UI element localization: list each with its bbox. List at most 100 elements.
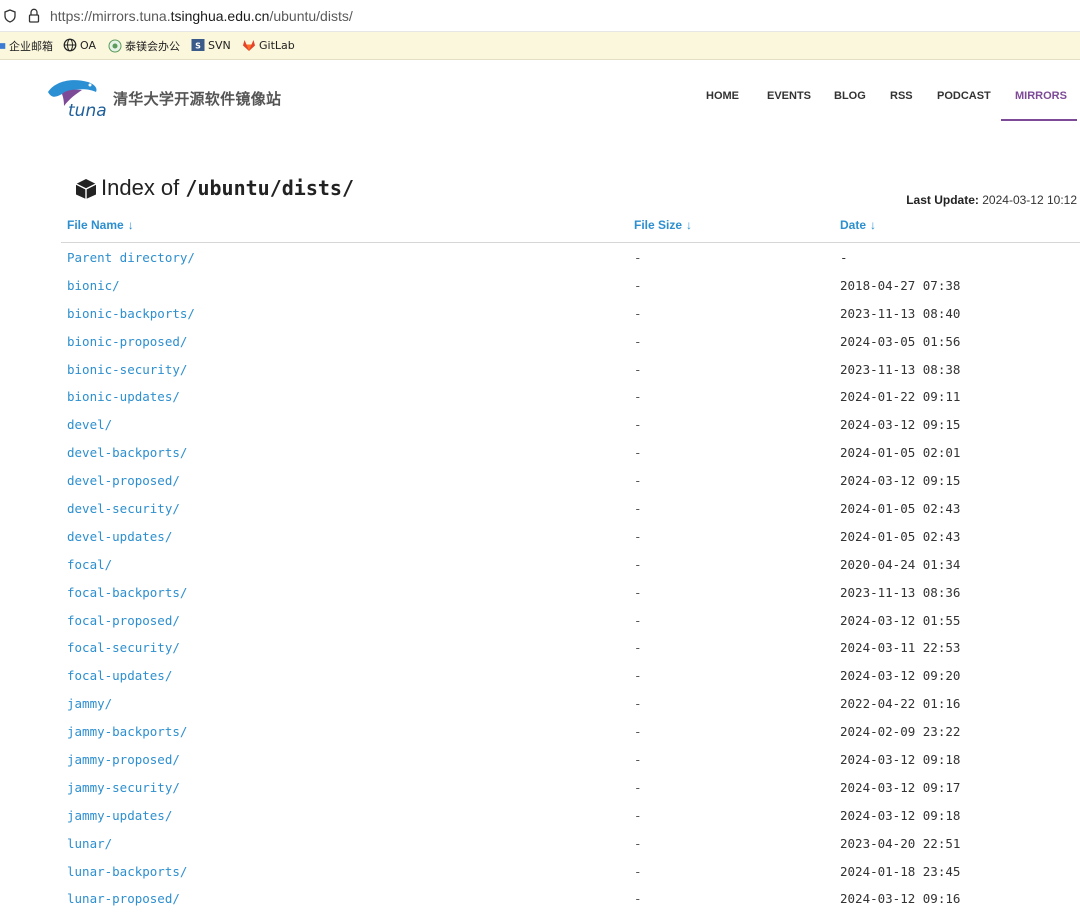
url-text[interactable]: https://mirrors.tuna.tsinghua.edu.cn/ubu… <box>50 8 353 24</box>
file-name-link[interactable]: focal-backports/ <box>67 585 187 600</box>
file-name-link[interactable]: focal-updates/ <box>67 668 172 683</box>
file-size: - <box>634 584 642 600</box>
table-row: devel/ - 2024-03-12 09:15 <box>61 410 1080 438</box>
file-name-link[interactable]: jammy-proposed/ <box>67 752 180 767</box>
bookmark-label: 泰镁会办公 <box>125 40 180 53</box>
table-row: focal-security/ - 2024-03-11 22:53 <box>61 633 1080 661</box>
table-row: lunar-backports/ - 2024-01-18 23:45 <box>61 857 1080 885</box>
shield-icon[interactable] <box>4 9 16 23</box>
table-header: File Name ↓ File Size ↓ Date ↓ <box>61 210 1080 243</box>
file-name-link[interactable]: devel-proposed/ <box>67 473 180 488</box>
file-date: 2024-03-12 09:18 <box>840 807 961 823</box>
file-size: - <box>634 612 642 628</box>
file-date: 2024-01-05 02:43 <box>840 501 961 517</box>
site-header: tuna 清华大学开源软件镜像站 HOME EVENTS BLOG RSS PO… <box>0 60 1080 130</box>
file-name-link[interactable]: Parent directory/ <box>67 250 195 265</box>
nav-blog[interactable]: BLOG <box>834 90 866 102</box>
last-update-value: 2024-03-12 10:12 <box>982 193 1077 207</box>
table-row: jammy-proposed/ - 2024-03-12 09:18 <box>61 745 1080 773</box>
file-size: - <box>634 333 642 349</box>
file-size: - <box>634 835 642 851</box>
table-row: focal-proposed/ - 2024-03-12 01:55 <box>61 606 1080 634</box>
page-title-path: /ubuntu/dists/ <box>185 176 354 200</box>
last-update: Last Update: 2024-03-12 10:12 <box>906 193 1077 207</box>
file-name-link[interactable]: focal-proposed/ <box>67 613 180 628</box>
file-name-link[interactable]: jammy/ <box>67 696 112 711</box>
file-size: - <box>634 305 642 321</box>
file-date: 2024-03-11 22:53 <box>840 640 961 656</box>
table-row: focal-updates/ - 2024-03-12 09:20 <box>61 661 1080 689</box>
table-row: jammy-updates/ - 2024-03-12 09:18 <box>61 801 1080 829</box>
file-name-link[interactable]: focal-security/ <box>67 640 180 655</box>
file-date: 2018-04-27 07:38 <box>840 277 961 293</box>
file-name-link[interactable]: devel-updates/ <box>67 529 172 544</box>
logo-text: tuna <box>68 101 107 120</box>
file-date: 2024-01-05 02:43 <box>840 528 961 544</box>
file-name-link[interactable]: focal/ <box>67 557 112 572</box>
url-host: tsinghua.edu.cn <box>170 8 270 24</box>
file-name-link[interactable]: bionic-proposed/ <box>67 334 187 349</box>
file-name-link[interactable]: devel-backports/ <box>67 445 187 460</box>
svg-text:S: S <box>195 42 201 51</box>
file-size: - <box>634 556 642 572</box>
sort-by-size[interactable]: File Size ↓ <box>634 218 692 232</box>
file-date: 2024-03-12 09:17 <box>840 779 961 795</box>
bookmark-svn[interactable]: S SVN <box>191 38 231 52</box>
file-size: - <box>634 277 642 293</box>
file-name-link[interactable]: lunar/ <box>67 836 112 851</box>
site-title[interactable]: 清华大学开源软件镜像站 <box>113 88 281 109</box>
bookmarks-bar: 企业邮箱 OA 泰镁会办公 S SVN GitLab <box>0 32 1080 60</box>
bookmark-label: OA <box>80 38 96 52</box>
bookmark-office[interactable]: 泰镁会办公 <box>108 38 180 54</box>
bookmark-mail[interactable]: 企业邮箱 <box>0 38 53 54</box>
table-row: bionic/ - 2018-04-27 07:38 <box>61 271 1080 299</box>
sort-by-date[interactable]: Date ↓ <box>840 218 876 232</box>
tuna-logo[interactable]: tuna <box>44 72 108 120</box>
table-row: jammy-backports/ - 2024-02-09 23:22 <box>61 717 1080 745</box>
office-icon <box>108 39 122 53</box>
file-date: 2024-02-09 23:22 <box>840 724 961 740</box>
svn-icon: S <box>191 39 205 51</box>
table-body: Parent directory/ - - bionic/ - 2018-04-27 07… <box>61 243 1080 912</box>
file-name-link[interactable]: bionic-updates/ <box>67 389 180 404</box>
file-name-link[interactable]: bionic/ <box>67 278 120 293</box>
file-name-link[interactable]: devel/ <box>67 417 112 432</box>
header-date: Date <box>840 218 867 232</box>
file-size: - <box>634 445 642 461</box>
file-date: 2023-11-13 08:40 <box>840 305 961 321</box>
file-name-link[interactable]: jammy-backports/ <box>67 724 187 739</box>
bookmark-oa[interactable]: OA <box>63 38 96 52</box>
nav-home[interactable]: HOME <box>706 90 739 102</box>
file-name-link[interactable]: lunar-proposed/ <box>67 891 180 906</box>
file-date: 2024-03-12 01:55 <box>840 612 961 628</box>
file-name-link[interactable]: jammy-security/ <box>67 780 180 795</box>
nav-podcast[interactable]: PODCAST <box>937 90 991 102</box>
file-name-link[interactable]: bionic-backports/ <box>67 306 195 321</box>
table-row: bionic-updates/ - 2024-01-22 09:11 <box>61 382 1080 410</box>
sort-by-name[interactable]: File Name ↓ <box>67 218 134 232</box>
table-row: bionic-backports/ - 2023-11-13 08:40 <box>61 299 1080 327</box>
file-date: 2023-11-13 08:38 <box>840 361 961 377</box>
file-name-link[interactable]: devel-security/ <box>67 501 180 516</box>
sort-arrow-icon: ↓ <box>686 218 693 232</box>
lock-icon[interactable] <box>28 8 40 23</box>
nav-rss[interactable]: RSS <box>890 90 913 102</box>
table-row: focal-backports/ - 2023-11-13 08:36 <box>61 578 1080 606</box>
file-date: 2024-01-22 09:11 <box>840 389 961 405</box>
bookmark-gitlab[interactable]: GitLab <box>242 38 295 52</box>
address-bar[interactable]: https://mirrors.tuna.tsinghua.edu.cn/ubu… <box>0 0 1080 32</box>
file-name-link[interactable]: lunar-backports/ <box>67 864 187 879</box>
file-name-link[interactable]: bionic-security/ <box>67 362 187 377</box>
file-date: 2020-04-24 01:34 <box>840 556 961 572</box>
file-size: - <box>634 528 642 544</box>
table-row: devel-security/ - 2024-01-05 02:43 <box>61 494 1080 522</box>
page-title-prefix: Index of <box>101 175 180 200</box>
nav-events[interactable]: EVENTS <box>767 90 811 102</box>
file-name-link[interactable]: jammy-updates/ <box>67 808 172 823</box>
file-date: - <box>840 250 848 265</box>
file-date: 2024-01-05 02:01 <box>840 445 961 461</box>
page-title: Index of /ubuntu/dists/ <box>101 175 354 201</box>
file-size: - <box>634 696 642 712</box>
file-date: 2023-04-20 22:51 <box>840 835 961 851</box>
nav-mirrors[interactable]: MIRRORS <box>1015 90 1067 102</box>
